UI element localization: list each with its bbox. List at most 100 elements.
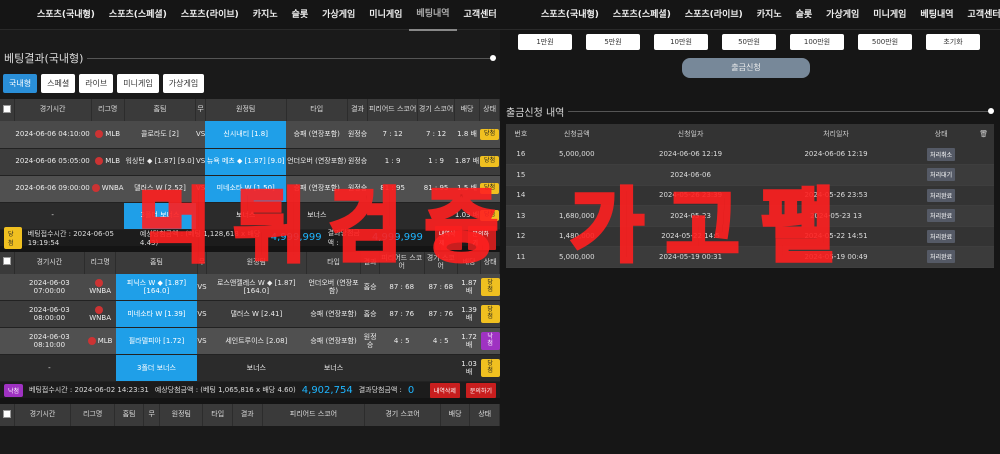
nav-item[interactable]: 미니게임: [362, 0, 409, 30]
game-score: 81 : 95: [417, 175, 455, 203]
draw-cell[interactable]: VS: [197, 273, 207, 301]
home-team[interactable]: 워싱턴 ◆ [1.87] [9.0]: [124, 148, 196, 176]
delete-history-button[interactable]: 내역삭제: [429, 382, 460, 398]
nav-item[interactable]: 베팅내역: [913, 0, 960, 30]
withdraw-amount: [535, 185, 618, 206]
amount-button[interactable]: 500만원: [858, 34, 912, 50]
draw-cell[interactable]: VS: [197, 327, 207, 355]
nav-item[interactable]: 스포츠(라이브): [678, 0, 750, 30]
withdraw-no: 12: [506, 226, 536, 247]
row-spacer: [0, 202, 14, 230]
withdraw-amount: 1,480,000: [535, 226, 618, 247]
bonus-away: 보너스: [206, 354, 307, 382]
draw-cell[interactable]: VS: [195, 175, 206, 203]
nav-item[interactable]: 스포츠(국내형): [30, 0, 102, 30]
delete-cell[interactable]: [973, 246, 994, 268]
delete-history-button[interactable]: 내역삭제: [434, 225, 463, 250]
bet-tab[interactable]: 라이브: [79, 74, 114, 93]
bet-tab[interactable]: 국내형: [3, 74, 38, 93]
checkbox[interactable]: [2, 409, 11, 418]
nav-item[interactable]: 미니게임: [866, 0, 913, 30]
match-time: 2024-06-06 05:05:00: [14, 148, 92, 176]
away-team[interactable]: 세인트루이스 [2.08]: [206, 327, 307, 355]
nav-item[interactable]: 카지노: [750, 0, 789, 30]
away-team[interactable]: 댈러스 W [2.41]: [206, 300, 307, 328]
column-header: 경기시간: [14, 251, 86, 274]
flag-icon: [91, 184, 100, 193]
column-header: 피리어드 스코어: [367, 99, 419, 121]
row-spacer: [0, 354, 14, 382]
withdraw-history-title: 출금신청 내역: [506, 104, 994, 119]
period-score: 87 : 76: [379, 300, 425, 328]
home-team[interactable]: 댈러스 W [2.52]: [124, 175, 196, 203]
page-title: 베팅결과(국내형): [4, 52, 84, 65]
delete-cell[interactable]: [973, 185, 994, 206]
away-team[interactable]: 신시내티 [1.8]: [205, 121, 287, 149]
nav-item[interactable]: 베팅내역: [409, 0, 457, 31]
amount-button[interactable]: 50만원: [722, 34, 776, 50]
odds: 1.87 배: [454, 148, 480, 176]
column-header: 무: [195, 99, 206, 121]
top-nav-right: 스포츠(국내형) 스포츠(스페셜) 스포츠(라이브) 카지노 슬롯 가상게임 미니게임 베팅내…: [500, 0, 1000, 30]
away-team[interactable]: 로스앤젤레스 W ◆ [1.87] [164.0]: [206, 273, 307, 301]
nav-item[interactable]: 가상게임: [315, 0, 362, 30]
nav-item[interactable]: 카지노: [246, 0, 285, 30]
draw-cell[interactable]: VS: [195, 121, 206, 149]
league-cell: MLB: [84, 327, 116, 355]
nav-item[interactable]: 고객센터: [961, 0, 1000, 30]
odds: 1.03 배: [454, 202, 480, 230]
amount-button[interactable]: 10만원: [654, 34, 708, 50]
delete-cell[interactable]: [973, 205, 994, 227]
checkbox[interactable]: [2, 257, 11, 266]
inquiry-button[interactable]: 문의하기: [465, 382, 496, 398]
home-team[interactable]: 콜로라도 [2]: [124, 121, 196, 149]
table-row: 12 1,480,000 2024-05-22 14:5 2024-05-22 14:…: [506, 226, 994, 247]
nav-item[interactable]: 슬롯: [789, 0, 820, 30]
away-team[interactable]: 미네소타 W [1.50]: [205, 175, 287, 203]
column-header: 결과: [360, 251, 380, 274]
column-header: 신청금액: [535, 124, 618, 144]
bet-time: 베팅접수시간 : 2024-06-02 14:23:31: [29, 386, 149, 394]
select-all-header[interactable]: [0, 99, 15, 121]
result: 홈승: [360, 300, 380, 328]
process-date: 2024-05-22 14:51: [763, 226, 909, 247]
game-score: [424, 354, 458, 382]
amount-button[interactable]: 100만원: [790, 34, 844, 50]
delete-cell[interactable]: [973, 164, 994, 186]
process-date: [763, 164, 909, 186]
home-team[interactable]: 피닉스 W ◆ [1.87] [164.0]: [115, 273, 198, 301]
withdraw-request-button[interactable]: 출금신청: [682, 58, 810, 78]
amount-button[interactable]: 1만원: [518, 34, 572, 50]
inquiry-button[interactable]: 문의하기: [468, 225, 497, 250]
home-team[interactable]: 필라델피아 [1.72]: [115, 327, 198, 355]
period-score: 4 : 5: [379, 327, 425, 355]
draw-cell[interactable]: VS: [195, 148, 206, 176]
select-all-header[interactable]: [0, 404, 15, 426]
bet-tab[interactable]: 스페셜: [41, 74, 76, 93]
withdraw-panel: 스포츠(국내형) 스포츠(스페셜) 스포츠(라이브) 카지노 슬롯 가상게임 미니게임 베팅내…: [500, 0, 1000, 454]
period-score: 87 : 68: [379, 273, 425, 301]
nav-item[interactable]: 스포츠(스페셜): [606, 0, 678, 30]
row-spacer: [0, 300, 14, 328]
nav-item[interactable]: 스포츠(국내형): [534, 0, 606, 30]
amount-button[interactable]: 초기화: [926, 34, 980, 50]
draw-cell[interactable]: VS: [197, 300, 207, 328]
nav-item[interactable]: 스포츠(스페셜): [102, 0, 174, 30]
checkbox[interactable]: [2, 104, 11, 113]
nav-item[interactable]: 슬롯: [285, 0, 316, 30]
nav-item[interactable]: 고객센터: [457, 0, 500, 30]
home-team[interactable]: 미네소타 W [1.39]: [115, 300, 198, 328]
nav-item[interactable]: 스포츠(라이브): [174, 0, 246, 30]
delete-cell[interactable]: [973, 144, 994, 165]
select-all-header[interactable]: [0, 251, 15, 274]
game-score: 1 : 9: [417, 148, 455, 176]
nav-item[interactable]: 가상게임: [819, 0, 866, 30]
table-row: 2024-06-03 08:10:00 MLB 필라델피아 [1.72] VS 세인트루…: [0, 327, 500, 355]
bet-tab[interactable]: 가상게임: [162, 74, 205, 93]
withdraw-no: 14: [506, 185, 536, 206]
delete-cell[interactable]: [973, 226, 994, 247]
bet-tab[interactable]: 미니게임: [117, 74, 159, 93]
flag-icon: [95, 130, 104, 139]
away-team[interactable]: 뉴욕 메츠 ◆ [1.87] [9.0]: [205, 148, 287, 176]
amount-button[interactable]: 5만원: [586, 34, 640, 50]
